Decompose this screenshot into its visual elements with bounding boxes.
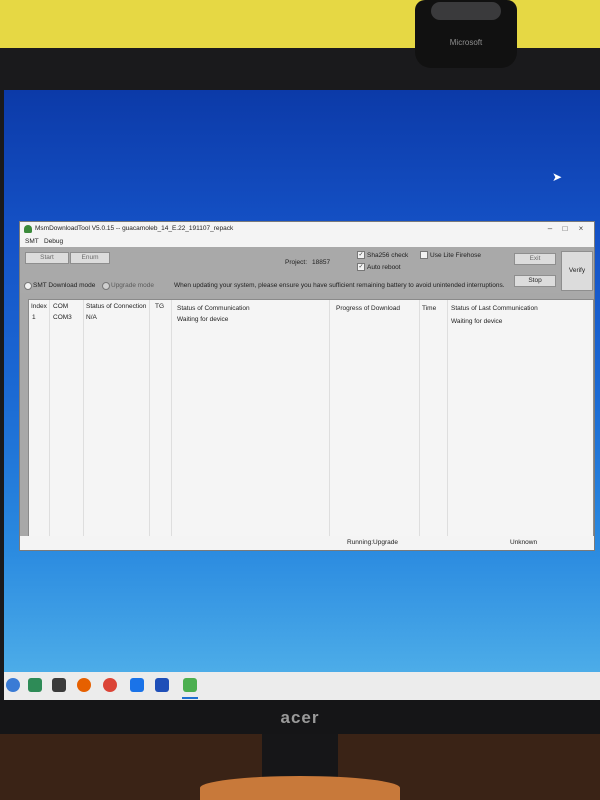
upgrade-mode-label: Upgrade mode — [111, 282, 154, 289]
lite-firehose-checkbox[interactable] — [420, 251, 428, 259]
mail-icon[interactable] — [52, 678, 66, 692]
auto-reboot-label: Auto reboot — [367, 264, 401, 271]
verify-button[interactable]: Verify — [561, 251, 593, 291]
desktop: ➤ MsmDownloadTool V5.0.15 -- guacamoleb_… — [4, 90, 600, 700]
upgrade-mode-radio[interactable] — [102, 282, 110, 290]
active-app-indicator — [182, 697, 198, 699]
download-tool-icon[interactable] — [183, 678, 197, 692]
webcam: Microsoft — [415, 0, 517, 68]
battery-warning: When updating your system, please ensure… — [174, 282, 505, 289]
column-divider — [419, 300, 420, 536]
monitor-brand-logo: acer — [280, 708, 320, 727]
monitor-stand-base — [200, 776, 400, 800]
smt-download-mode-radio[interactable] — [24, 282, 32, 290]
app-icon[interactable] — [130, 678, 144, 692]
start-button[interactable]: Start — [25, 252, 69, 264]
menu-smt[interactable]: SMT — [25, 238, 39, 245]
minimize-button[interactable]: – — [543, 224, 557, 234]
header-time[interactable]: Time — [422, 305, 436, 312]
windows-start-icon[interactable] — [6, 678, 20, 692]
status-running-mode: Running:Upgrade — [347, 539, 398, 546]
menu-bar: SMT Debug — [20, 236, 594, 247]
column-divider — [447, 300, 448, 536]
cell-last-communication: Waiting for device — [451, 318, 503, 325]
mouse-cursor-icon: ➤ — [552, 170, 563, 184]
auto-reboot-checkbox[interactable]: ✓ — [357, 263, 365, 271]
enum-button[interactable]: Enum — [70, 252, 110, 264]
window-title: MsmDownloadTool V5.0.15 -- guacamoleb_14… — [35, 225, 234, 232]
lite-firehose-label: Use Lite Firehose — [430, 252, 481, 259]
device-table: Index COM Status of Connection TG Status… — [28, 299, 594, 537]
app-logo-icon — [24, 225, 32, 233]
maximize-button[interactable]: □ — [558, 224, 572, 234]
header-connection[interactable]: Status of Connection — [86, 303, 146, 310]
project-value: 18857 — [312, 259, 331, 266]
cell-connection: N/A — [86, 314, 97, 321]
msm-download-tool-window: MsmDownloadTool V5.0.15 -- guacamoleb_14… — [19, 221, 595, 551]
cell-communication: Waiting for device — [177, 316, 229, 323]
chrome-icon[interactable] — [103, 678, 117, 692]
menu-debug[interactable]: Debug — [44, 238, 63, 245]
status-bar: Running:Upgrade Unknown — [20, 536, 594, 550]
sha256-label: Sha256 check — [367, 252, 409, 259]
column-divider — [83, 300, 84, 536]
toolbar: Start Enum Project: 18857 ✓ Sha256 check… — [20, 247, 594, 293]
project-label: Project: — [285, 259, 308, 266]
column-divider — [329, 300, 330, 536]
status-unknown: Unknown — [510, 539, 538, 546]
file-explorer-icon[interactable] — [28, 678, 42, 692]
firefox-icon[interactable] — [77, 678, 91, 692]
taskbar — [4, 672, 600, 700]
column-divider — [49, 300, 50, 536]
cell-index: 1 — [32, 314, 36, 321]
smt-download-mode-label: SMT Download mode — [33, 282, 96, 289]
stop-button[interactable]: Stop — [514, 275, 556, 287]
exit-button[interactable]: Exit — [514, 253, 556, 265]
header-progress[interactable]: Progress of Download — [336, 305, 400, 312]
title-bar[interactable]: MsmDownloadTool V5.0.15 -- guacamoleb_14… — [20, 222, 594, 236]
column-divider — [171, 300, 172, 536]
header-communication[interactable]: Status of Communication — [177, 305, 250, 312]
header-index[interactable]: Index — [31, 303, 47, 310]
webcam-lens — [431, 2, 501, 20]
webcam-brand: Microsoft — [449, 38, 483, 47]
header-tg[interactable]: TG — [155, 303, 164, 310]
header-com[interactable]: COM — [53, 303, 68, 310]
sha256-checkbox[interactable]: ✓ — [357, 251, 365, 259]
column-divider — [149, 300, 150, 536]
close-button[interactable]: × — [574, 224, 588, 234]
header-last-communication[interactable]: Status of Last Communication — [451, 305, 538, 312]
save-icon[interactable] — [155, 678, 169, 692]
cell-com: COM3 — [53, 314, 72, 321]
